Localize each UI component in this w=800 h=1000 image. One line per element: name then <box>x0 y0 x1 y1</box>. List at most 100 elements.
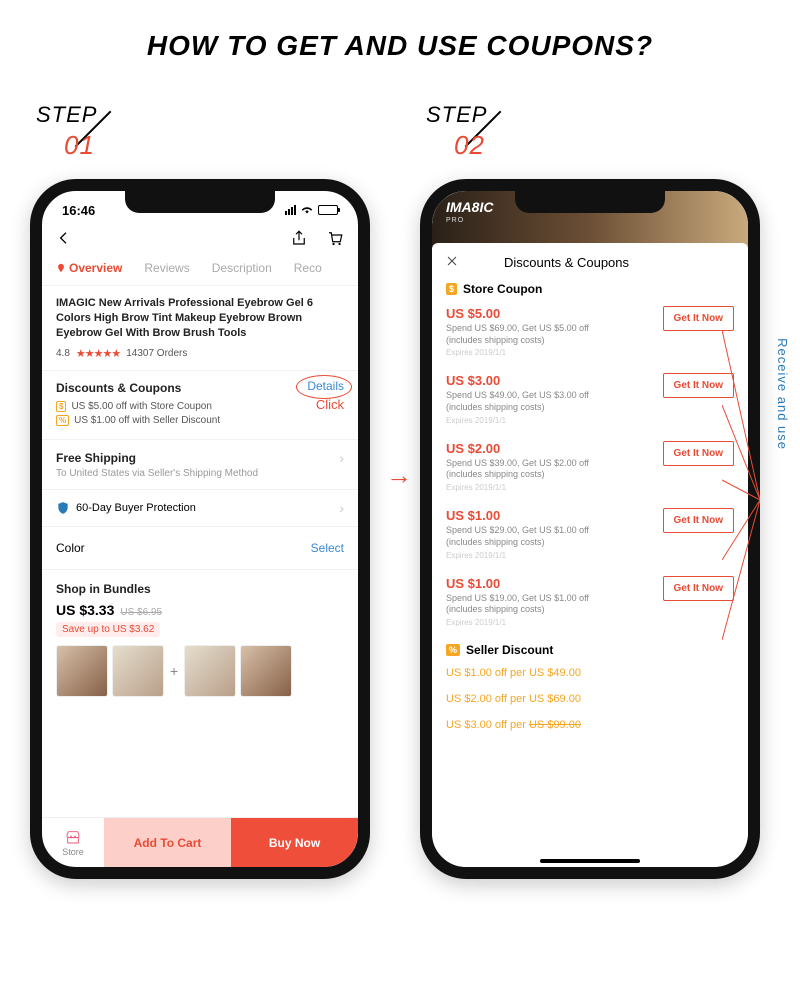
product-title: IMAGIC New Arrivals Professional Eyebrow… <box>56 296 344 341</box>
seller-discount-row: US $3.00 off per US $99.00 <box>446 719 734 731</box>
store-coupon-heading: $ Store Coupon <box>446 282 734 296</box>
coupon-sheet: Discounts & Coupons $ Store Coupon US $5… <box>432 243 748 867</box>
close-button[interactable] <box>446 255 458 270</box>
color-selector-row[interactable]: Color Select <box>42 527 358 570</box>
coupon-expiry: Expires 2019/1/1 <box>446 483 626 492</box>
phone-2-frame: IMA8IC PRO Discounts & Coupons $ Store C… <box>420 179 760 879</box>
chevron-right-icon: › <box>339 500 344 516</box>
phone-notch <box>515 191 665 213</box>
percent-badge-icon: % <box>56 415 69 426</box>
coupon-condition: Spend US $49.00, Get US $3.00 off (inclu… <box>446 390 626 413</box>
shield-icon <box>56 501 70 515</box>
phone-notch <box>125 191 275 213</box>
orders-count: 14307 Orders <box>126 348 187 359</box>
tab-recommend[interactable]: Reco <box>294 261 322 275</box>
step1-column: STEP 01 16:46 <box>30 102 380 879</box>
step2-number: 02 <box>454 130 798 161</box>
receive-use-label: Receive and use <box>775 338 790 450</box>
tab-reviews[interactable]: Reviews <box>144 261 189 275</box>
coupon-expiry: Expires 2019/1/1 <box>446 618 626 627</box>
bundles-heading: Shop in Bundles <box>56 582 344 596</box>
phone-1-screen: 16:46 <box>42 191 358 867</box>
coupon-row: US $1.00 Spend US $29.00, Get US $1.00 of… <box>446 508 734 559</box>
product-nav-bar <box>42 223 358 257</box>
coupon-amount: US $5.00 <box>446 306 626 321</box>
brand-logo: IMA8IC <box>446 199 493 215</box>
step1-word: STEP <box>36 102 97 127</box>
coupon-expiry: Expires 2019/1/1 <box>446 551 626 560</box>
percent-badge-icon: % <box>446 644 460 656</box>
battery-icon <box>318 205 338 215</box>
store-coupon-line: US $5.00 off with Store Coupon <box>71 401 211 412</box>
brand-sub: PRO <box>446 217 464 224</box>
step1-label: STEP 01 <box>30 102 380 159</box>
coupon-condition: Spend US $39.00, Get US $2.00 off (inclu… <box>446 458 626 481</box>
buyer-protection-row[interactable]: 60-Day Buyer Protection › <box>42 490 358 527</box>
bundle-thumbnails[interactable]: + <box>56 645 344 697</box>
pin-icon <box>56 262 66 274</box>
coupon-condition: Spend US $19.00, Get US $1.00 off (inclu… <box>446 593 626 616</box>
step2-label: STEP 02 <box>420 102 770 159</box>
phone-1-frame: 16:46 <box>30 179 370 879</box>
sheet-title: Discounts & Coupons <box>504 255 629 270</box>
coupon-condition: Spend US $69.00, Get US $5.00 off (inclu… <box>446 323 626 346</box>
rating-value: 4.8 <box>56 348 70 359</box>
bottom-action-bar: Store Add To Cart Buy Now <box>42 817 358 867</box>
store-button[interactable]: Store <box>42 818 104 867</box>
tab-description[interactable]: Description <box>212 261 272 275</box>
share-icon[interactable] <box>290 229 308 252</box>
bundle-thumb[interactable] <box>112 645 164 697</box>
product-tabs: Overview Reviews Description Reco <box>42 257 358 286</box>
home-indicator <box>540 859 640 863</box>
store-icon <box>64 829 82 845</box>
chevron-right-icon: › <box>339 450 344 466</box>
tab-overview[interactable]: Overview <box>56 261 122 275</box>
bundle-price: US $3.33 <box>56 602 114 618</box>
seller-discount-label: Seller Discount <box>466 643 553 657</box>
highlight-circle-icon <box>296 375 352 399</box>
rating-row: 4.8 ★★★★★ 14307 Orders <box>56 347 344 360</box>
back-button[interactable] <box>56 230 72 251</box>
seller-discount-row: US $1.00 off per US $49.00 <box>446 667 734 679</box>
seller-discount-text: US $3.00 off per <box>446 719 529 731</box>
coupon-amount: US $3.00 <box>446 373 626 388</box>
seller-discount-list: US $1.00 off per US $49.00US $2.00 off p… <box>446 667 734 705</box>
status-time: 16:46 <box>62 203 95 218</box>
coupon-amount: US $1.00 <box>446 508 626 523</box>
step1-number: 01 <box>64 130 408 161</box>
plus-icon: + <box>168 663 180 679</box>
signal-icon <box>285 205 296 215</box>
shipping-sub: To United States via Seller's Shipping M… <box>56 468 344 479</box>
dollar-badge-icon: $ <box>56 401 66 412</box>
bundle-thumb[interactable] <box>56 645 108 697</box>
coupon-row: US $1.00 Spend US $19.00, Get US $1.00 of… <box>446 576 734 627</box>
buy-now-button[interactable]: Buy Now <box>231 818 358 867</box>
coupon-expiry: Expires 2019/1/1 <box>446 416 626 425</box>
store-coupon-label: Store Coupon <box>463 282 542 296</box>
coupon-amount: US $1.00 <box>446 576 626 591</box>
wifi-icon <box>300 203 314 218</box>
tab-overview-label: Overview <box>69 261 122 275</box>
coupon-row: US $5.00 Spend US $69.00, Get US $5.00 of… <box>446 306 734 357</box>
page-title: HOW TO GET AND USE COUPONS? <box>0 0 800 102</box>
step2-column: STEP 02 IMA8IC PRO Discounts & Coupons <box>420 102 770 879</box>
color-label: Color <box>56 541 85 555</box>
phone-2-screen: IMA8IC PRO Discounts & Coupons $ Store C… <box>432 191 748 867</box>
discounts-section[interactable]: Discounts & Coupons $ US $5.00 off with … <box>42 371 358 440</box>
add-to-cart-button[interactable]: Add To Cart <box>104 818 231 867</box>
step2-word: STEP <box>426 102 487 127</box>
annotation-rays <box>722 310 760 690</box>
coupon-condition: Spend US $29.00, Get US $1.00 off (inclu… <box>446 525 626 548</box>
product-title-block: IMAGIC New Arrivals Professional Eyebrow… <box>42 286 358 371</box>
arrow-right-icon: → <box>386 460 412 491</box>
bundle-thumb[interactable] <box>240 645 292 697</box>
bundles-section: Shop in Bundles US $3.33 US $6.95 Save u… <box>42 570 358 709</box>
cart-icon[interactable] <box>326 229 344 252</box>
coupon-row: US $2.00Spend US $39.00, Get US $2.00 of… <box>446 441 734 492</box>
bundle-thumb[interactable] <box>184 645 236 697</box>
coupon-list: US $5.00 Spend US $69.00, Get US $5.00 of… <box>446 306 734 627</box>
seller-discount-line: US $1.00 off with Seller Discount <box>74 415 220 426</box>
coupon-row: US $3.00 Spend US $49.00, Get US $3.00 of… <box>446 373 734 424</box>
select-link[interactable]: Select <box>311 541 344 555</box>
shipping-section[interactable]: Free Shipping › To United States via Sel… <box>42 440 358 490</box>
